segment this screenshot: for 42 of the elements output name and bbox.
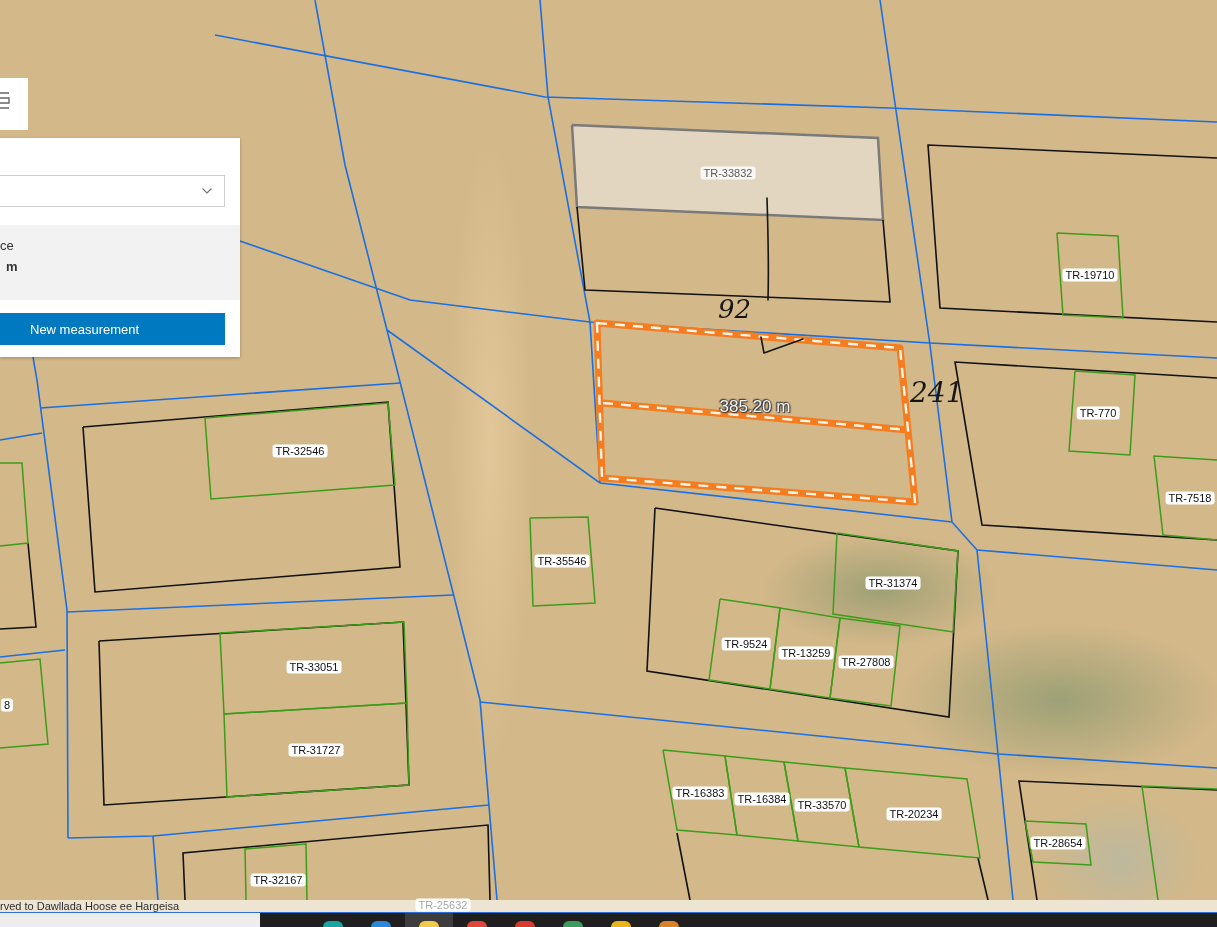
parcel-outline: [676, 832, 691, 901]
handwritten-note: 92: [718, 296, 752, 322]
app-icon[interactable]: [419, 921, 439, 927]
new-measurement-button[interactable]: New measurement: [0, 313, 225, 345]
parcel-label: TR-19710: [1062, 268, 1118, 282]
parcel-label: TR-13259: [778, 646, 834, 660]
parcel-label: 8: [0, 698, 14, 712]
result-value: m: [5, 258, 18, 276]
parcel-label: TR-770: [1076, 406, 1120, 420]
tool-button[interactable]: [0, 78, 28, 130]
parcel-label: TR-25632: [415, 898, 471, 912]
parcel-label: TR-33832: [700, 166, 756, 180]
parcel-label: TR-31374: [865, 576, 921, 590]
parcel-label: TR-32167: [250, 873, 306, 887]
app-icon[interactable]: [563, 921, 583, 927]
parcel-label: TR-27808: [838, 655, 894, 669]
parcel-label: TR-28654: [1030, 836, 1086, 850]
app-icon[interactable]: [467, 921, 487, 927]
app-icon[interactable]: [515, 921, 535, 927]
dropdown-field[interactable]: [0, 175, 225, 207]
parcel-label: TR-31727: [288, 743, 344, 757]
attribution-text: rved to Dawllada Hoose ee Hargeisa: [0, 900, 180, 912]
app-icon[interactable]: [323, 921, 343, 927]
parcel-label: TR-35546: [534, 554, 590, 568]
app-icon[interactable]: [659, 921, 679, 927]
app-icon[interactable]: [611, 921, 631, 927]
parcel-label: TR-7518: [1165, 491, 1215, 505]
taskbar-search-field[interactable]: [0, 913, 260, 927]
taskbar-button[interactable]: [405, 913, 453, 927]
parcel-label: TR-16383: [672, 786, 728, 800]
distance-label: 385.20 m: [719, 397, 791, 417]
parcel-label: TR-32546: [272, 444, 328, 458]
app-icon[interactable]: [371, 921, 391, 927]
lines-icon: [0, 91, 11, 111]
parcel-label: TR-9524: [721, 637, 771, 651]
parcel-label: TR-33570: [794, 798, 850, 812]
parcel-label: TR-33051: [286, 660, 342, 674]
chevron-down-icon: [202, 188, 212, 194]
parcel-label: TR-16384: [734, 792, 790, 806]
parcel-outline: [977, 857, 989, 901]
result-label: ce: [0, 237, 14, 255]
parcel-label: TR-20234: [886, 807, 942, 821]
